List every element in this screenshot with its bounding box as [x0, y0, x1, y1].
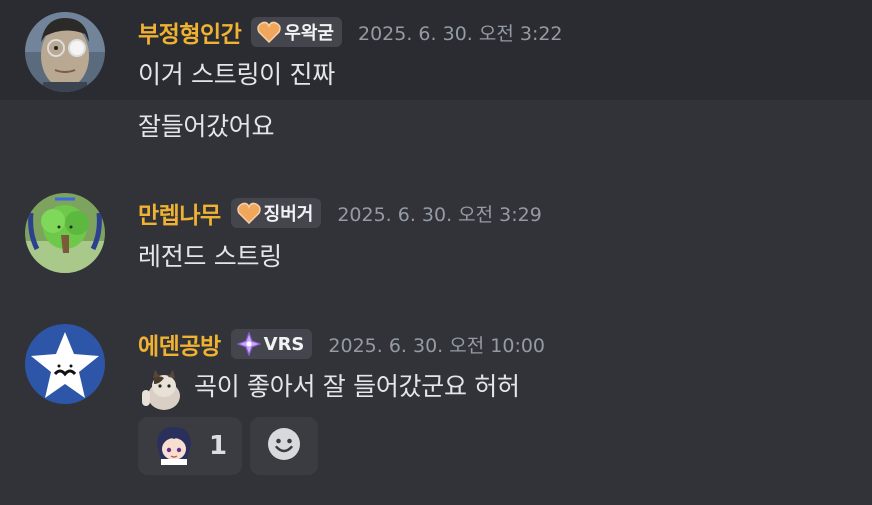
message-text: 레전드 스트링 [138, 242, 282, 271]
timestamp[interactable]: 2025. 6. 30. 오전 10:00 [328, 331, 545, 358]
sparkle-icon [236, 332, 261, 356]
message-header: 에덴공방 VRS 2025. 6. 30. 오전 10:00 [138, 327, 545, 361]
timestamp[interactable]: 2025. 6. 30. 오전 3:22 [358, 19, 563, 46]
role-tag-label: 우왁굳 [284, 23, 334, 44]
username[interactable]: 만렙나무 [138, 196, 221, 230]
reaction-button[interactable]: 1 [138, 417, 242, 475]
heart-icon [257, 21, 282, 43]
username[interactable]: 부정형인간 [138, 15, 242, 49]
message-group[interactable]: 부정형인간 우왁굳 2025. 6. 30. 오전 3:22 이거 스트링이 진… [0, 0, 872, 100]
add-reaction-smiley-icon [267, 427, 301, 465]
message-group[interactable]: 에덴공방 VRS 2025. 6. 30. 오전 10:00 곡이 좋아서 잘 … [0, 310, 872, 490]
timestamp[interactable]: 2025. 6. 30. 오전 3:29 [337, 200, 542, 227]
message-text: 잘들어갔어요 [138, 112, 275, 141]
role-tag-label: 징버거 [263, 204, 314, 225]
avatar[interactable] [25, 12, 105, 92]
username[interactable]: 에덴공방 [138, 327, 221, 361]
role-tag[interactable]: 우왁굳 [251, 17, 342, 47]
role-tag[interactable]: VRS [230, 329, 313, 359]
message-header: 부정형인간 우왁굳 2025. 6. 30. 오전 3:22 [138, 15, 563, 49]
message-group[interactable]: 만렙나무 징버거 2025. 6. 30. 오전 3:29 레전드 스트링 [0, 180, 872, 280]
avatar[interactable] [25, 324, 105, 404]
reaction-count: 1 [208, 431, 228, 461]
cat-emoji-icon [138, 366, 182, 410]
role-tag[interactable]: 징버거 [230, 198, 322, 228]
role-tag-label: VRS [263, 333, 305, 355]
anime-character-emoji-icon [152, 423, 195, 469]
message-text: 곡이 좋아서 잘 들어갔군요 허허 [138, 366, 520, 410]
message-header: 만렙나무 징버거 2025. 6. 30. 오전 3:29 [138, 196, 542, 230]
avatar[interactable] [25, 193, 105, 273]
add-reaction-button[interactable] [250, 417, 318, 475]
heart-icon [236, 202, 261, 224]
message-text-content: 곡이 좋아서 잘 들어갔군요 허허 [194, 372, 520, 401]
message-text: 이거 스트링이 진짜 [138, 60, 335, 89]
chat-messages: 부정형인간 우왁굳 2025. 6. 30. 오전 3:22 이거 스트링이 진… [0, 0, 872, 505]
